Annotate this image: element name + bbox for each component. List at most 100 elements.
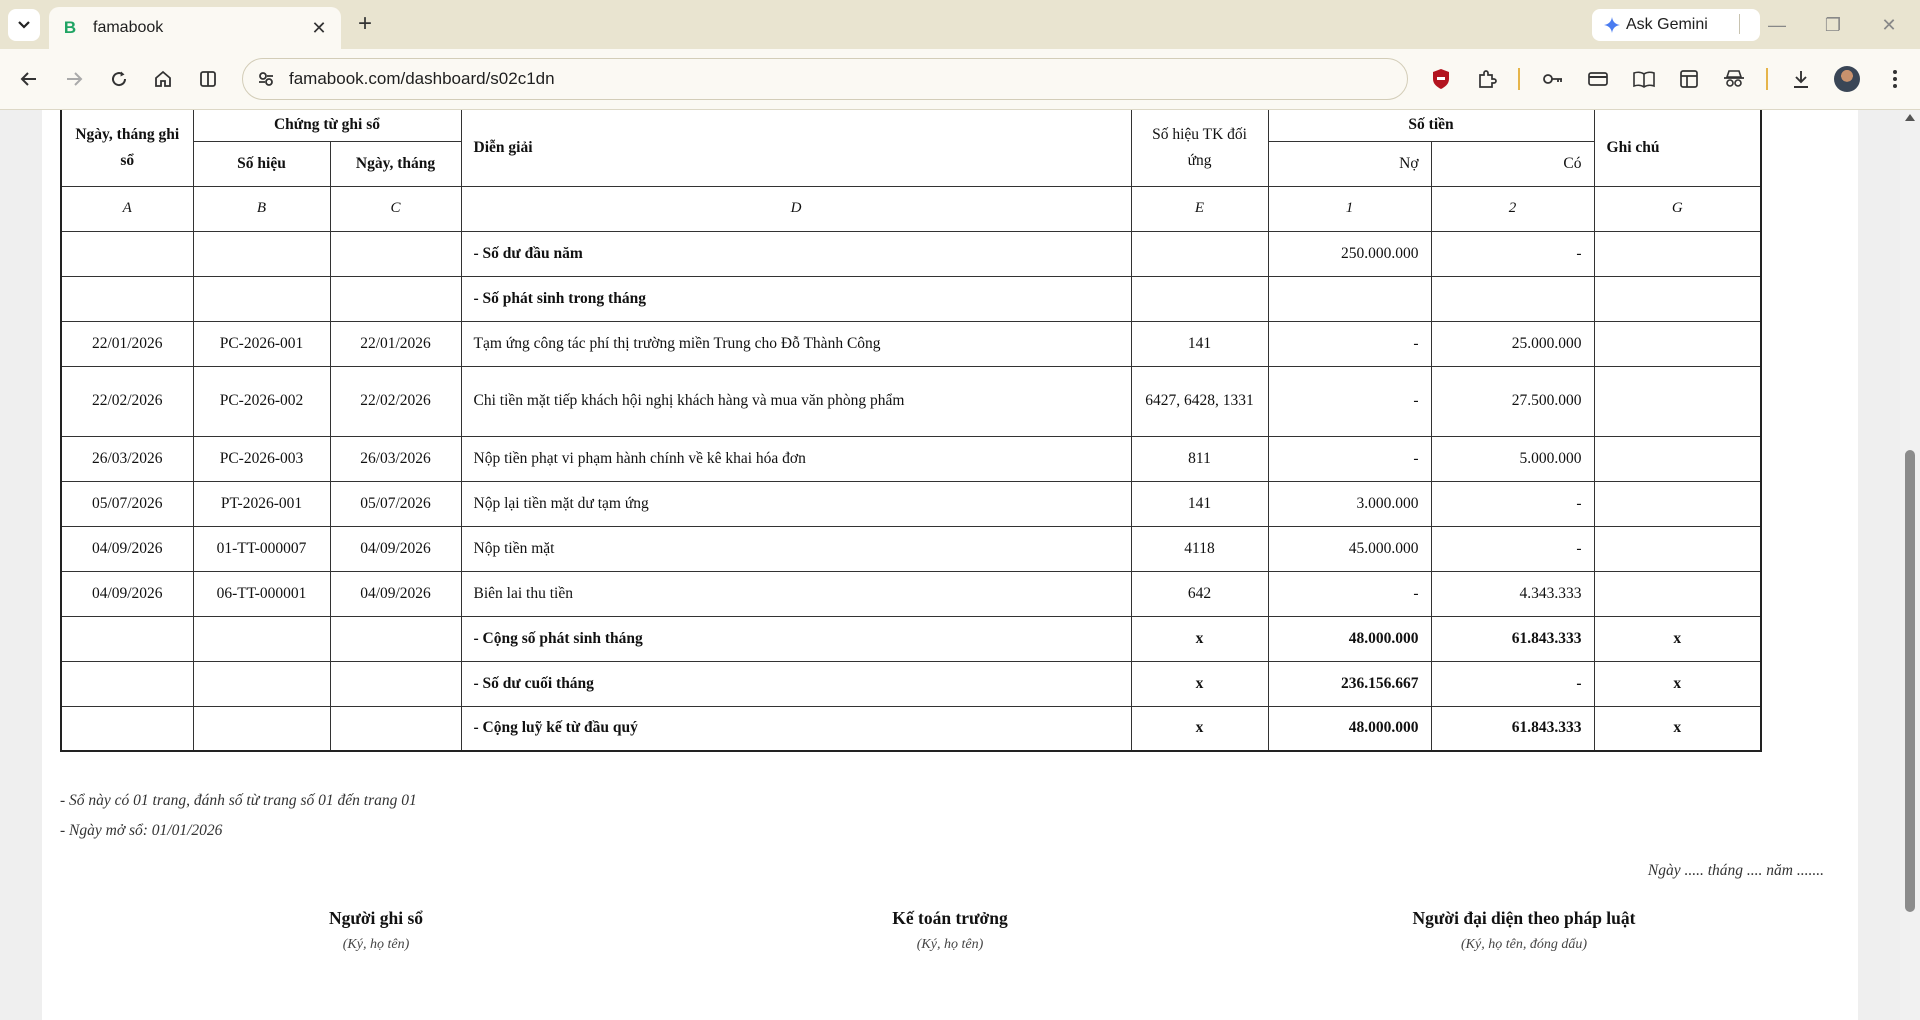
note <box>1593 275 1762 322</box>
split-view-button[interactable] <box>192 63 224 95</box>
forward-arrow-icon <box>67 72 83 86</box>
cash-ledger-table: Ngày, tháng ghi sổ Chứng từ ghi sổ Diễn … <box>60 110 1763 752</box>
voucher-number: PT-2026-001 <box>192 480 331 527</box>
counter-account: 141 <box>1130 480 1269 527</box>
column-code: 1 <box>1267 185 1432 232</box>
site-info-icon[interactable] <box>257 70 275 88</box>
ledger-row: - Số dư cuối tháng x 236.156.667- x <box>60 660 1762 707</box>
entry-date <box>60 230 194 277</box>
credit-amount: 61.843.333 <box>1430 705 1595 752</box>
scrollbar-thumb[interactable] <box>1905 450 1915 912</box>
credit-amount: - <box>1430 660 1595 707</box>
description: Chi tiền mặt tiếp khách hội nghị khách h… <box>460 365 1132 437</box>
tab-search-button[interactable] <box>8 9 40 41</box>
tab-famabook[interactable]: B famabook ✕ <box>49 7 341 49</box>
entry-date: 04/09/2026 <box>60 570 194 617</box>
voucher-number: 01-TT-000007 <box>192 525 331 572</box>
credit-amount: - <box>1430 480 1595 527</box>
ask-gemini-button[interactable]: Ask Gemini <box>1592 9 1760 41</box>
column-code: G <box>1593 185 1762 232</box>
column-code: B <box>192 185 331 232</box>
note <box>1593 230 1762 277</box>
payment-card-icon[interactable] <box>1583 64 1613 94</box>
ledger-row: 26/03/2026 PC-2026-003 26/03/2026 Nộp tiền … <box>60 435 1762 482</box>
signature-recorder: Người ghi sổ (Ký, họ tên) <box>176 908 576 953</box>
voucher-date: 04/09/2026 <box>329 525 462 572</box>
signature-title: Kế toán trưởng <box>892 908 1008 928</box>
ledger-row: - Số dư đầu năm 250.000.000- <box>60 230 1762 277</box>
home-button[interactable] <box>147 63 179 95</box>
menu-kebab-icon[interactable] <box>1880 64 1910 94</box>
voucher-date: 05/07/2026 <box>329 480 462 527</box>
entry-date: 04/09/2026 <box>60 525 194 572</box>
signature-subtitle: (Ký, họ tên) <box>916 937 984 952</box>
credit-amount: 61.843.333 <box>1430 615 1595 662</box>
signature-title: Người ghi sổ <box>328 908 424 928</box>
voucher-number <box>192 275 331 322</box>
download-icon[interactable] <box>1786 64 1816 94</box>
minimize-icon[interactable]: — <box>1762 10 1792 40</box>
extensions-puzzle-icon[interactable] <box>1472 64 1502 94</box>
note: x <box>1593 705 1762 752</box>
entry-date: 26/03/2026 <box>60 435 194 482</box>
close-tab-icon[interactable]: ✕ <box>309 18 329 39</box>
profile-avatar[interactable] <box>1834 66 1860 92</box>
browser-toolbar: famabook.com/dashboard/s02c1dn <box>0 49 1920 110</box>
ublock-extension-icon[interactable] <box>1426 64 1456 94</box>
header-note: Ghi chú <box>1593 110 1762 187</box>
page-count-note: - Sổ này có 01 trang, đánh số từ trang s… <box>60 792 417 809</box>
debit-amount: - <box>1267 435 1432 482</box>
debit-amount: - <box>1267 570 1432 617</box>
voucher-number: 06-TT-000001 <box>192 570 331 617</box>
column-code: D <box>460 185 1132 232</box>
voucher-number <box>192 230 331 277</box>
new-tab-button[interactable]: + <box>352 12 378 38</box>
ledger-notes: - Sổ này có 01 trang, đánh số từ trang s… <box>60 786 417 846</box>
incognito-extension-icon[interactable] <box>1719 64 1749 94</box>
entry-date <box>60 275 194 322</box>
ledger-row: 04/09/2026 06-TT-000001 04/09/2026 Biên lai… <box>60 570 1762 617</box>
open-date-note: - Ngày mở sổ: 01/01/2026 <box>60 822 223 839</box>
counter-account <box>1130 230 1269 277</box>
tab-strip: B famabook ✕ + Ask Gemini — ❐ ✕ <box>0 0 1920 49</box>
counter-account: x <box>1130 615 1269 662</box>
page-viewport: Ngày, tháng ghi sổ Chứng từ ghi sổ Diễn … <box>0 110 1920 1020</box>
chevron-down-icon <box>18 21 30 29</box>
ask-gemini-label: Ask Gemini <box>1626 16 1708 33</box>
reload-button[interactable] <box>103 63 135 95</box>
close-window-icon[interactable]: ✕ <box>1874 10 1904 40</box>
note <box>1593 365 1762 437</box>
description: Biên lai thu tiền <box>460 570 1132 617</box>
voucher-number <box>192 615 331 662</box>
description: - Cộng số phát sinh tháng <box>460 615 1132 662</box>
column-code: A <box>60 185 194 232</box>
description: Nộp tiền phạt vi phạm hành chính về kê k… <box>460 435 1132 482</box>
debit-amount: - <box>1267 365 1432 437</box>
counter-account: 141 <box>1130 320 1269 367</box>
column-code: E <box>1130 185 1269 232</box>
tab-title: famabook <box>93 19 164 36</box>
counter-account: 642 <box>1130 570 1269 617</box>
credit-amount: 27.500.000 <box>1430 365 1595 437</box>
famabook-favicon-icon: B <box>63 18 77 37</box>
debit-amount <box>1267 275 1432 322</box>
tab-layout-icon[interactable] <box>1674 64 1704 94</box>
reading-mode-icon[interactable] <box>1629 64 1659 94</box>
voucher-date: 26/03/2026 <box>329 435 462 482</box>
header-date-recorded: Ngày, tháng ghi sổ <box>60 110 194 187</box>
debit-amount: - <box>1267 320 1432 367</box>
address-bar[interactable]: famabook.com/dashboard/s02c1dn <box>242 58 1408 100</box>
voucher-date <box>329 230 462 277</box>
scroll-up-icon[interactable] <box>1905 114 1915 121</box>
forward-button[interactable] <box>58 63 90 95</box>
voucher-number: PC-2026-003 <box>192 435 331 482</box>
voucher-number: PC-2026-002 <box>192 365 331 437</box>
header-voucher-date: Ngày, tháng <box>329 140 462 187</box>
password-key-icon[interactable] <box>1538 64 1568 94</box>
header-credit: Có <box>1430 140 1595 187</box>
entry-date: 22/01/2026 <box>60 320 194 367</box>
restore-icon[interactable]: ❐ <box>1818 10 1848 40</box>
description: - Số dư cuối tháng <box>460 660 1132 707</box>
back-button[interactable] <box>13 63 45 95</box>
vertical-scrollbar[interactable] <box>1900 110 1920 1020</box>
